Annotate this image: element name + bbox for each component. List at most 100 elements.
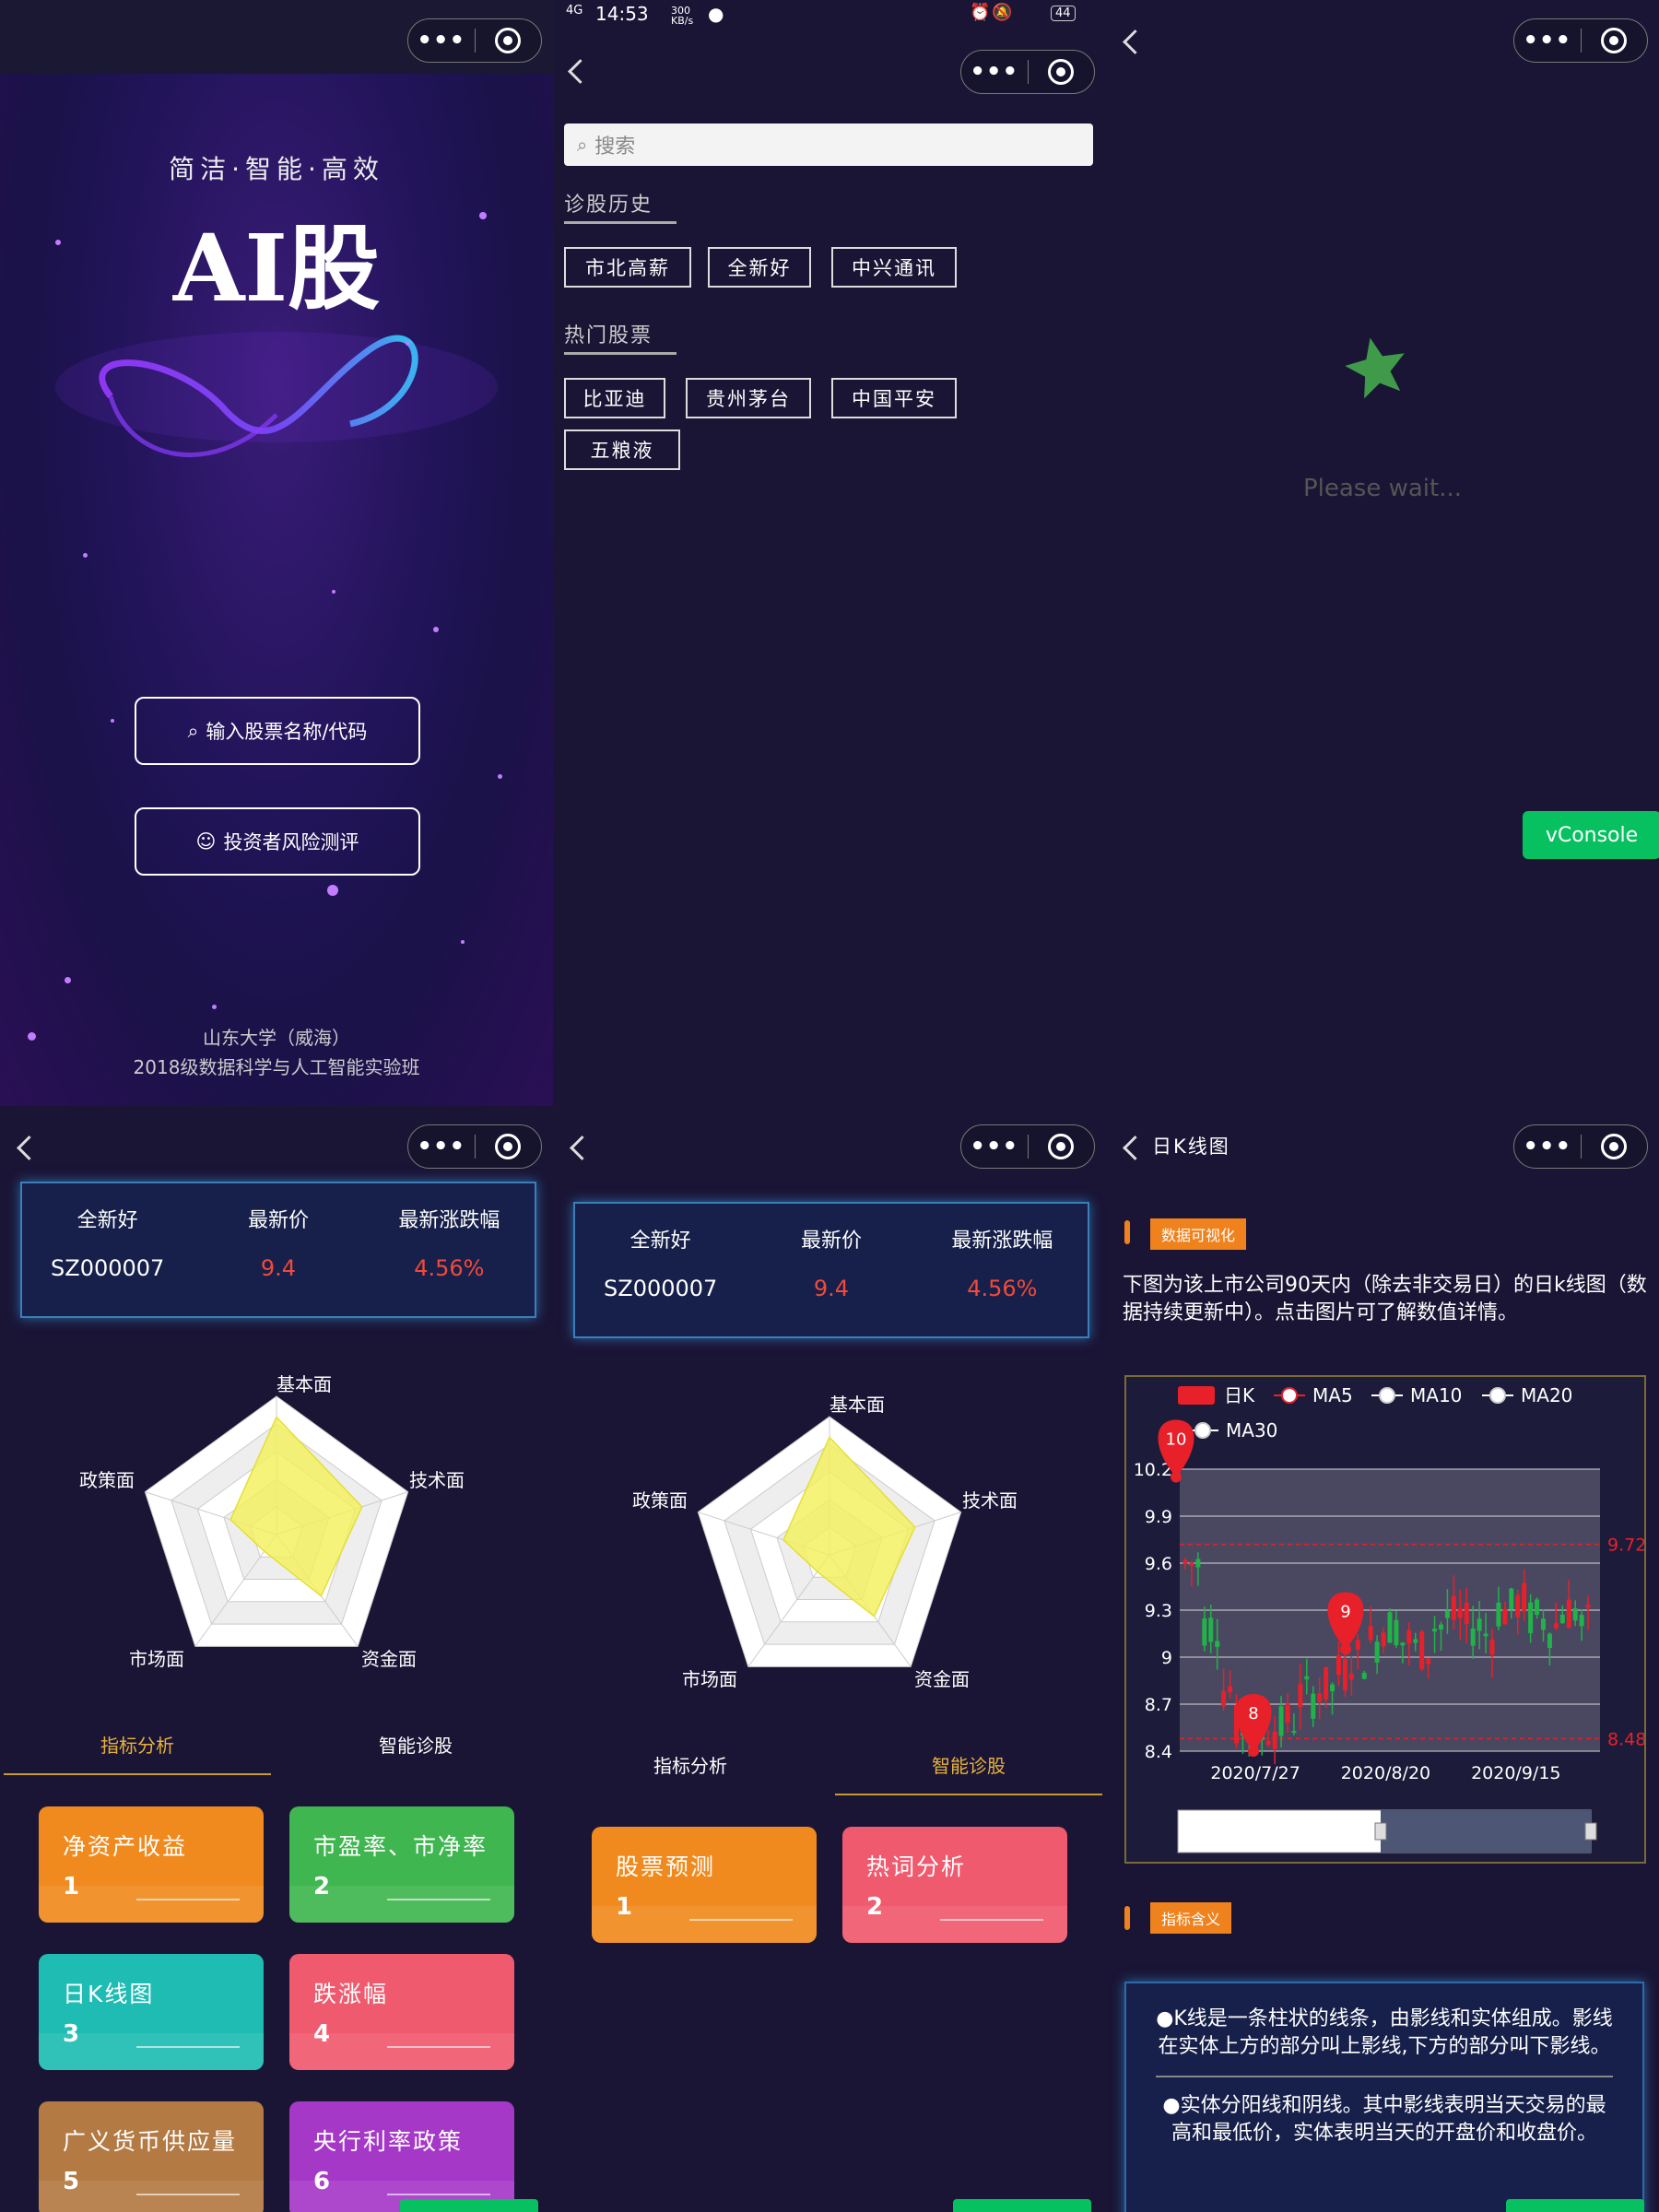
candle[interactable] [1324,1666,1329,1700]
candle[interactable] [1477,1618,1482,1631]
candle[interactable] [1304,1676,1310,1680]
candle[interactable] [1221,1690,1227,1707]
candle[interactable] [1368,1626,1373,1641]
candle[interactable] [1535,1599,1540,1616]
candle[interactable] [1291,1731,1297,1734]
more-icon[interactable]: ••• [961,1125,1028,1168]
candle[interactable] [1470,1629,1476,1646]
candle[interactable] [1457,1608,1463,1618]
legend-item[interactable]: MA20 [1482,1384,1572,1406]
candle[interactable] [1528,1602,1534,1633]
tab-indicator-analysis[interactable]: 指标分析 [13,1731,262,1758]
mini-program-capsule[interactable]: ••• [960,1124,1095,1169]
candle[interactable] [1413,1639,1418,1643]
close-target-icon[interactable] [1029,1134,1095,1159]
candle[interactable] [1579,1615,1584,1627]
candle[interactable] [1502,1608,1508,1625]
candle[interactable] [1451,1595,1456,1620]
candle[interactable] [1228,1686,1233,1693]
candle[interactable] [1547,1633,1552,1649]
candle[interactable] [1202,1618,1207,1646]
more-icon[interactable]: ••• [408,19,475,62]
more-icon[interactable]: ••• [1514,1125,1581,1168]
legend-item[interactable]: MA10 [1371,1384,1462,1406]
candle[interactable] [1182,1559,1188,1564]
candle[interactable] [1515,1594,1521,1618]
candle[interactable] [1509,1588,1514,1610]
candle[interactable] [1195,1559,1201,1568]
back-icon[interactable] [17,1135,41,1160]
diagnosis-card[interactable]: 热词分析 2 [842,1827,1067,1943]
candle[interactable] [1336,1655,1341,1676]
candle[interactable] [1489,1640,1495,1655]
candle[interactable] [1432,1629,1438,1632]
candle[interactable] [1444,1610,1450,1618]
floating-green-button[interactable] [400,2199,538,2212]
stock-search-button[interactable]: ⌕ 输入股票名称/代码 [135,697,420,765]
back-icon[interactable] [1123,29,1147,54]
candle[interactable] [1348,1673,1354,1680]
analysis-card[interactable]: 广义货币供应量 5 [39,2101,264,2212]
mini-program-capsule[interactable]: ••• [1513,1124,1648,1169]
candle[interactable] [1278,1706,1284,1736]
zoom-handle-right[interactable] [1584,1822,1597,1841]
mini-program-capsule[interactable]: ••• [1513,18,1648,63]
candle[interactable] [1381,1632,1386,1647]
mini-program-capsule[interactable]: ••• [407,1124,542,1169]
zoom-selection[interactable] [1381,1810,1591,1853]
history-tag[interactable]: 全新好 [708,247,811,288]
candle[interactable] [1585,1605,1591,1608]
close-target-icon[interactable] [476,28,542,53]
close-target-icon[interactable] [1582,1134,1648,1159]
candle[interactable] [1553,1623,1559,1629]
tab-smart-diagnosis[interactable]: 智能诊股 [291,1731,540,1758]
legend-item[interactable]: MA30 [1187,1419,1277,1441]
diagnosis-card[interactable]: 股票预测 1 [592,1827,817,1943]
kline-chart[interactable]: 日K MA5 MA10 MA20 MA30 10.2 9.9 9.6 9.3 9 8.7 8.4 202… [1124,1375,1646,1864]
candle[interactable] [1464,1603,1469,1624]
candle[interactable] [1272,1731,1277,1749]
analysis-card[interactable]: 日K线图 3 [39,1954,264,2070]
candle[interactable] [1394,1619,1399,1646]
tab-smart-diagnosis[interactable]: 智能诊股 [844,1751,1093,1778]
candle[interactable] [1559,1614,1565,1624]
back-icon[interactable] [568,59,593,84]
floating-green-button[interactable] [1506,2199,1644,2212]
candle[interactable] [1317,1693,1323,1702]
search-bar[interactable]: ⌕ 搜索 [564,124,1093,166]
more-icon[interactable]: ••• [1514,19,1581,62]
candle[interactable] [1496,1602,1501,1627]
mini-program-capsule[interactable]: ••• [960,50,1095,94]
candle[interactable] [1285,1703,1290,1724]
candle[interactable] [1215,1641,1220,1647]
candle[interactable] [1400,1642,1406,1646]
legend-item[interactable]: MA5 [1274,1384,1353,1406]
candle[interactable] [1298,1683,1303,1708]
candle[interactable] [1355,1640,1360,1650]
floating-green-button[interactable] [953,2199,1091,2212]
close-target-icon[interactable] [476,1134,542,1159]
candle[interactable] [1208,1618,1214,1642]
candle[interactable] [1406,1630,1412,1644]
candle[interactable] [1265,1740,1271,1746]
more-icon[interactable]: ••• [408,1125,475,1168]
candle[interactable] [1572,1608,1578,1621]
analysis-card[interactable]: 央行利率政策 6 [289,2101,514,2212]
more-icon[interactable]: ••• [961,51,1028,93]
close-target-icon[interactable] [1582,28,1648,53]
candle[interactable] [1541,1618,1546,1630]
mini-program-capsule[interactable]: ••• [407,18,542,63]
radar-chart[interactable] [0,1364,553,1696]
zoom-handle-left[interactable] [1374,1822,1387,1841]
back-icon[interactable] [570,1135,594,1160]
candle[interactable] [1439,1624,1443,1630]
candle[interactable] [1330,1684,1335,1692]
vconsole-button[interactable]: vConsole [1523,811,1659,859]
history-tag[interactable]: 中兴通讯 [831,247,957,288]
back-icon[interactable] [1123,1135,1147,1160]
candle[interactable] [1522,1583,1527,1612]
candle[interactable] [1419,1631,1425,1670]
radar-chart[interactable] [553,1384,1106,1716]
hot-stock-tag[interactable]: 中国平安 [831,378,957,418]
history-tag[interactable]: 市北高薪 [564,247,691,288]
